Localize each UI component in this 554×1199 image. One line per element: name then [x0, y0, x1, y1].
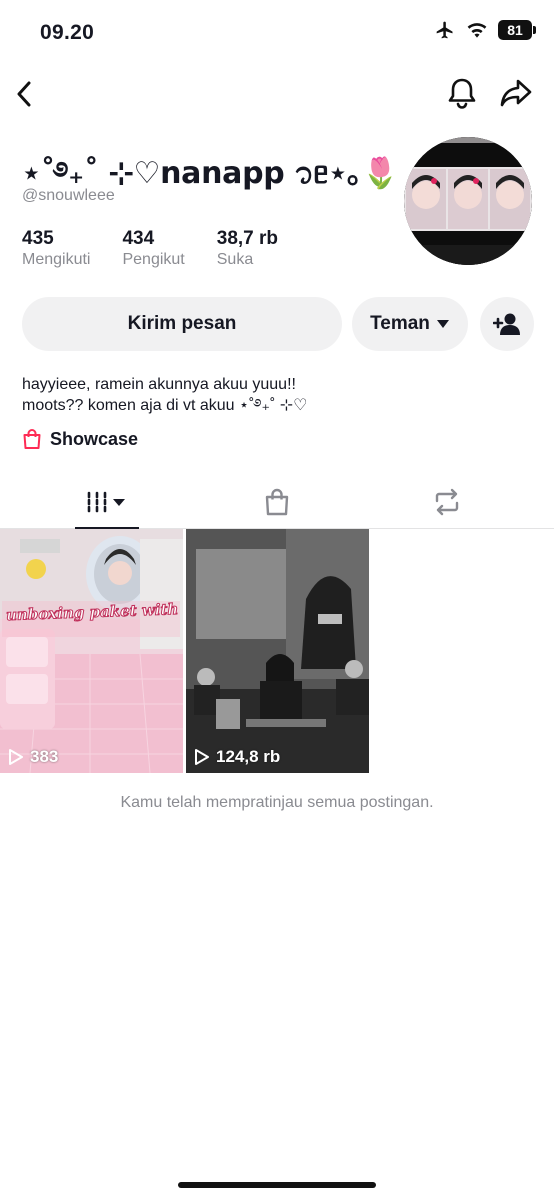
- caret-down-icon: [436, 320, 449, 328]
- tab-reposts[interactable]: [420, 475, 474, 529]
- stat-following-value: 435: [22, 228, 54, 249]
- repost-icon: [435, 488, 459, 516]
- share-button[interactable]: [500, 78, 534, 110]
- video-1-views: 383: [8, 747, 58, 767]
- share-arrow-icon: [500, 79, 532, 107]
- stat-following[interactable]: 435 Mengikuti: [22, 228, 90, 269]
- play-icon: [195, 749, 209, 765]
- tulip-emoji: 🌷: [361, 156, 399, 191]
- chevron-left-icon: [17, 81, 31, 107]
- bio-line-2: moots?? komen aja di vt akuu ⋆˚࿔₊˚ ⊹♡: [22, 397, 308, 414]
- bio: hayyieee, ramein akunnya akuu yuuu!! moo…: [22, 374, 307, 416]
- bell-icon: [448, 78, 476, 109]
- video-thumbnail-2[interactable]: 124,8 rb: [186, 529, 369, 773]
- grid-icon: [87, 491, 125, 513]
- video-1-view-count: 383: [30, 747, 59, 766]
- showcase-link[interactable]: Showcase: [22, 428, 138, 450]
- video-1-image: [0, 529, 183, 773]
- username: @snouwleee: [22, 187, 115, 204]
- battery-icon: 81: [498, 20, 536, 40]
- preview-complete-note: Kamu telah mempratinjau semua postingan.: [120, 794, 434, 811]
- stat-likes-value: 38,7 rb: [216, 228, 279, 249]
- friend-status-label: Teman: [370, 313, 430, 334]
- back-button[interactable]: [16, 78, 44, 110]
- add-friend-button[interactable]: [480, 297, 534, 351]
- video-2-views: 124,8 rb: [194, 747, 280, 767]
- notification-button[interactable]: [446, 77, 478, 111]
- display-name-text: ⋆˚࿔₊˚ ⊹♡nanapp ᭡ᥱ⋆｡: [22, 156, 362, 191]
- avatar[interactable]: [404, 137, 532, 265]
- wifi-icon: [467, 23, 487, 38]
- stat-followers-label: Pengikut: [122, 251, 185, 268]
- battery-level: 81: [507, 22, 523, 38]
- bag-icon: [265, 488, 289, 516]
- shopping-bag-icon: [23, 429, 41, 449]
- add-user-icon: [493, 313, 520, 335]
- friend-status-button[interactable]: Teman: [352, 297, 468, 351]
- video-2-view-count: 124,8 rb: [216, 747, 281, 766]
- airplane-icon: [436, 21, 453, 39]
- play-icon: [9, 749, 23, 765]
- showcase-label: Showcase: [50, 428, 139, 449]
- profile-stats: 435 Mengikuti 434 Pengikut 38,7 rb Suka: [22, 228, 310, 269]
- video-thumbnail-1[interactable]: unboxing paket with nafa 383: [0, 529, 183, 773]
- status-time: 09.20: [40, 21, 95, 44]
- stat-followers-value: 434: [122, 228, 155, 249]
- stat-likes-label: Suka: [216, 251, 254, 268]
- bio-line-1: hayyieee, ramein akunnya akuu yuuu!!: [22, 376, 296, 393]
- profile-tabs: [0, 475, 554, 530]
- video-2-image: [186, 529, 369, 773]
- send-message-button[interactable]: Kirim pesan: [22, 297, 342, 351]
- tab-videos[interactable]: [75, 475, 139, 530]
- stat-following-label: Mengikuti: [22, 251, 91, 268]
- status-icons: 81: [434, 20, 536, 40]
- avatar-image: [404, 137, 532, 265]
- home-indicator[interactable]: [178, 1182, 376, 1188]
- stat-followers[interactable]: 434 Pengikut: [122, 228, 184, 269]
- stat-likes[interactable]: 38,7 rb Suka: [217, 228, 278, 269]
- tab-shop[interactable]: [250, 475, 304, 529]
- send-message-label: Kirim pesan: [127, 313, 237, 334]
- display-name: ⋆˚࿔₊˚ ⊹♡nanapp ᭡ᥱ⋆｡🌷: [22, 140, 399, 224]
